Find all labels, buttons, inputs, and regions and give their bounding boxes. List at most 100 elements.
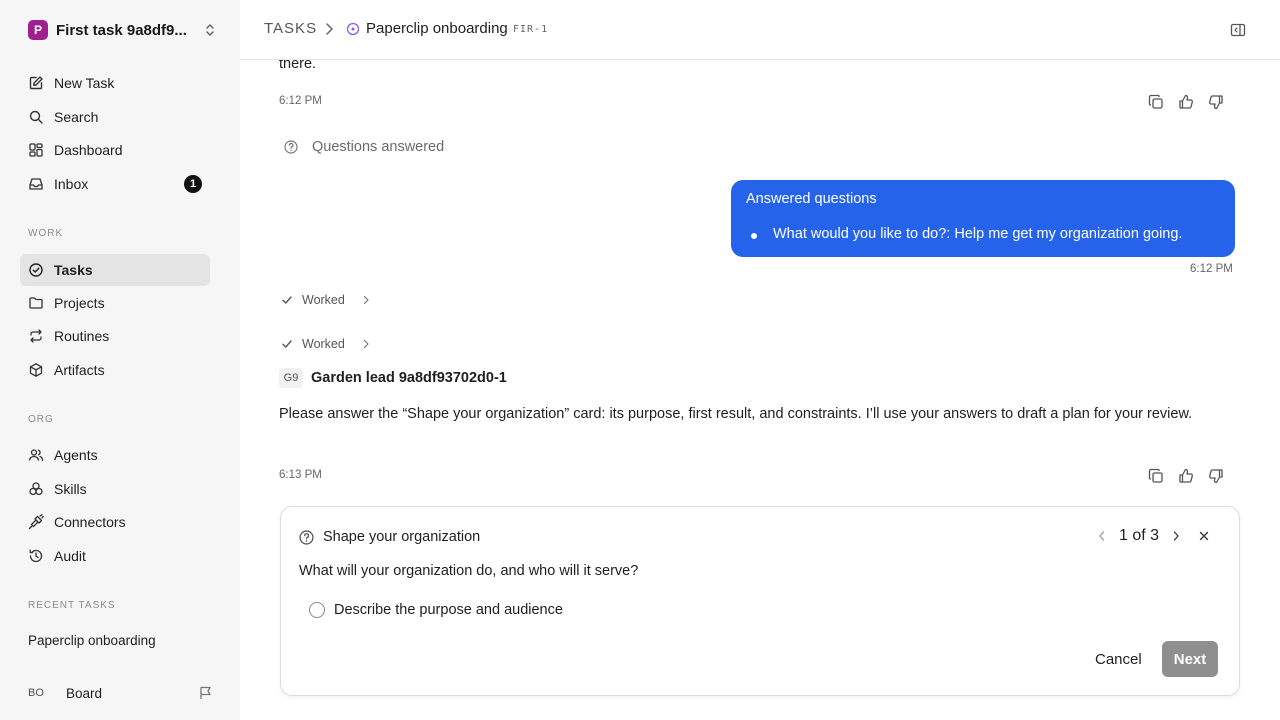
sidebar-item-connectors[interactable]: Connectors [20, 506, 210, 538]
sidebar-item-label: Audit [54, 548, 86, 564]
repeat-icon [30, 329, 42, 343]
sidebar-item-skills[interactable]: Skills [20, 473, 210, 505]
sidebar-item-label: Projects [54, 295, 105, 311]
bullet-dot [751, 233, 757, 239]
sidebar-item-search[interactable]: Search [20, 101, 210, 133]
sidebar-item-agents[interactable]: Agents [20, 439, 210, 471]
sidebar-item-new-task[interactable]: New Task [20, 67, 210, 99]
card-pager: 1 of 3 [1097, 527, 1209, 545]
flag-icon[interactable] [198, 685, 214, 701]
sidebar-item-tasks[interactable]: Tasks [20, 254, 210, 286]
help-circle-icon [299, 529, 314, 545]
section-label-org: ORG [28, 414, 54, 425]
workspace-logo: P [28, 20, 48, 40]
agent-header: G9 Garden lead 9a8df93702d0-1 [279, 368, 507, 388]
answer-option-label: Describe the purpose and audience [334, 602, 563, 618]
cancel-button[interactable]: Cancel [1087, 642, 1150, 676]
chevron-left-icon[interactable] [1097, 530, 1107, 542]
sidebar-item-dashboard[interactable]: Dashboard [20, 134, 210, 166]
sidebar-item-projects[interactable]: Projects [20, 287, 210, 319]
breadcrumb-page-title: Paperclip onboarding [366, 20, 508, 37]
status-circle-icon [346, 22, 360, 36]
atom-icon [29, 482, 43, 496]
thumbs-down-icon[interactable] [1208, 468, 1224, 484]
folder-icon [29, 297, 43, 309]
chevron-right-icon [363, 339, 369, 349]
agent-message-timestamp: 6:13 PM [279, 469, 322, 481]
history-icon [29, 549, 43, 563]
sidebar-item-label: Connectors [54, 514, 126, 530]
copy-icon[interactable] [1148, 94, 1164, 110]
chevron-right-icon [326, 23, 333, 35]
chevron-right-icon [363, 295, 369, 305]
section-label-recent: RECENT TASKS [28, 600, 116, 611]
question-card: Shape your organization 1 of 3 What will… [280, 506, 1240, 696]
plug-icon [28, 514, 44, 530]
sidebar-item-artifacts[interactable]: Artifacts [20, 354, 210, 386]
chevron-up-down-icon [206, 24, 214, 36]
help-circle-icon [284, 140, 298, 154]
sidebar-item-label: New Task [54, 75, 115, 91]
sidebar-item-label: Skills [54, 481, 87, 497]
thumbs-down-icon[interactable] [1208, 94, 1224, 110]
worked-label: Worked [302, 337, 345, 351]
recent-task-item[interactable]: Paperclip onboarding [28, 633, 156, 648]
pager-label: 1 of 3 [1118, 527, 1159, 544]
worked-label: Worked [302, 293, 345, 307]
panel-toggle-icon[interactable] [1230, 22, 1246, 38]
thumbs-up-icon[interactable] [1178, 468, 1194, 484]
bubble-timestamp: 6:12 PM [1190, 263, 1233, 275]
board-row[interactable]: BO Board [28, 682, 214, 704]
radio-button[interactable] [309, 602, 325, 618]
agent-name: Garden lead 9a8df93702d0-1 [311, 370, 507, 386]
check-icon [282, 296, 292, 304]
user-message-bubble: Answered questions What would you like t… [731, 180, 1235, 257]
board-name: Board [66, 685, 103, 701]
sidebar-item-label: Artifacts [54, 362, 105, 378]
next-button[interactable]: Next [1162, 641, 1218, 677]
card-header: Shape your organization [299, 529, 480, 545]
message-actions [1148, 94, 1224, 110]
agent-message-text: Please answer the “Shape your organizati… [279, 406, 1193, 422]
sidebar-item-label: Search [54, 109, 99, 125]
copy-icon[interactable] [1148, 468, 1164, 484]
sidebar: P First task 9a8df9... New Task Search D… [0, 0, 240, 720]
section-label-work: WORK [28, 228, 64, 239]
main-panel: TASKS Paperclip onboarding FIR-1 there. … [240, 0, 1280, 720]
answer-option[interactable]: Describe the purpose and audience [309, 602, 563, 618]
questions-answered-row: Questions answered [284, 139, 444, 155]
worked-toggle[interactable]: Worked [281, 337, 370, 351]
check-circle-icon [29, 263, 43, 277]
card-question: What will your organization do, and who … [299, 563, 639, 579]
search-icon [29, 110, 43, 124]
bubble-list-item: What would you like to do?: Help me get … [773, 226, 1183, 242]
sidebar-item-routines[interactable]: Routines [20, 320, 210, 352]
breadcrumb-tasks[interactable]: TASKS [264, 20, 317, 37]
grid-icon [29, 143, 43, 157]
sidebar-item-label: Tasks [54, 262, 93, 278]
sidebar-item-audit[interactable]: Audit [20, 540, 210, 572]
sidebar-item-inbox[interactable]: Inbox 1 [20, 168, 210, 200]
chevron-right-icon[interactable] [1171, 530, 1181, 542]
task-id: FIR-1 [513, 24, 549, 35]
top-bar: TASKS Paperclip onboarding FIR-1 [240, 0, 1280, 60]
agent-avatar: G9 [279, 368, 303, 388]
pencil-square-icon [29, 76, 43, 90]
worked-toggle[interactable]: Worked [281, 293, 370, 307]
workspace-name: First task 9a8df9... [56, 21, 187, 39]
message-actions [1148, 468, 1224, 484]
sidebar-item-label: Inbox [54, 176, 89, 192]
sidebar-item-label: Agents [54, 447, 98, 463]
card-title: Shape your organization [323, 529, 481, 545]
users-icon [28, 449, 44, 462]
inbox-icon [29, 178, 43, 190]
inbox-count-badge: 1 [184, 175, 202, 193]
close-icon[interactable] [1199, 531, 1209, 541]
board-avatar: BO [28, 687, 44, 699]
questions-answered-label: Questions answered [312, 139, 445, 155]
box-icon [29, 363, 43, 377]
sidebar-item-label: Dashboard [54, 142, 123, 158]
workspace-switcher[interactable]: P First task 9a8df9... [28, 19, 216, 41]
thumbs-up-icon[interactable] [1178, 94, 1194, 110]
message-timestamp: 6:12 PM [279, 95, 322, 107]
